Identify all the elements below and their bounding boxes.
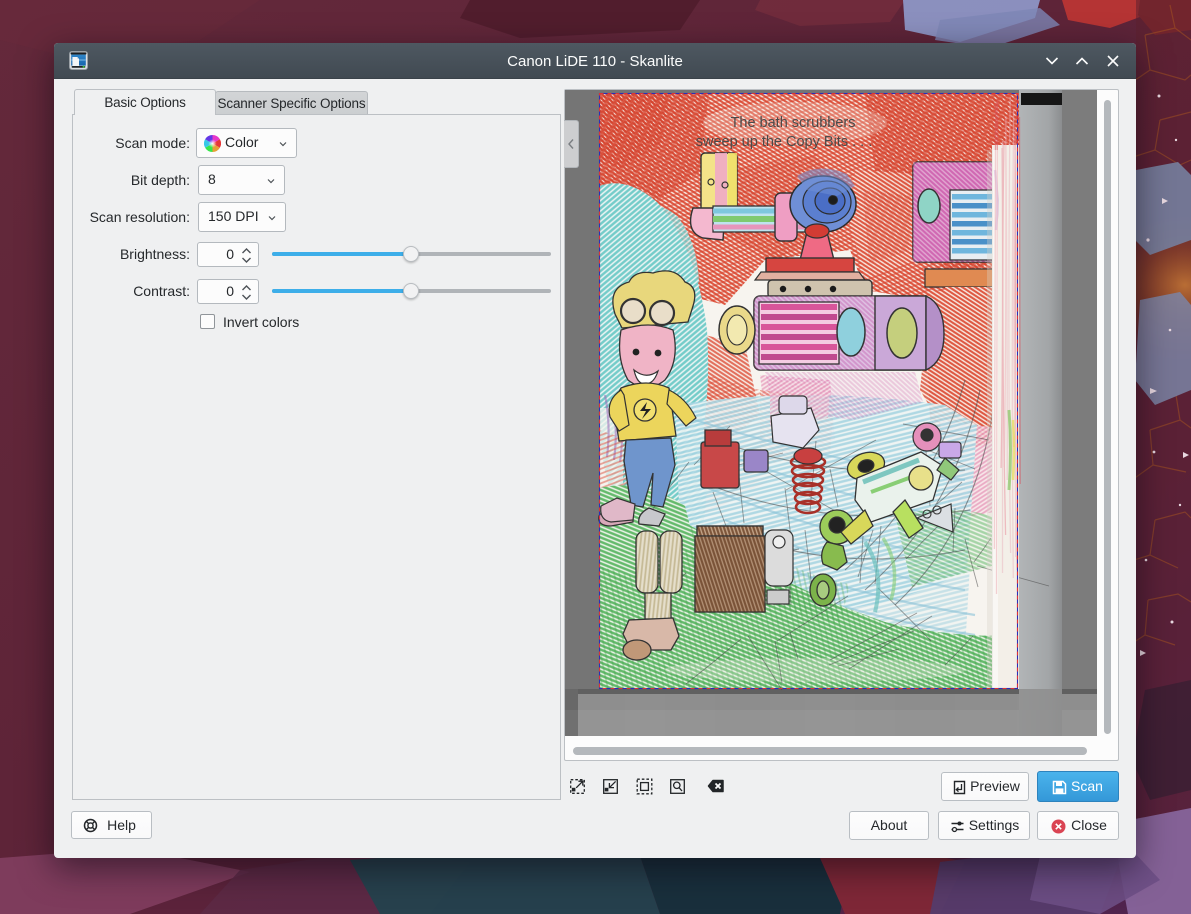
svg-text:The bath scrubbers: The bath scrubbers (731, 115, 856, 131)
svg-text:sweep up the Copy Bits . . .: sweep up the Copy Bits . . . (696, 134, 873, 150)
